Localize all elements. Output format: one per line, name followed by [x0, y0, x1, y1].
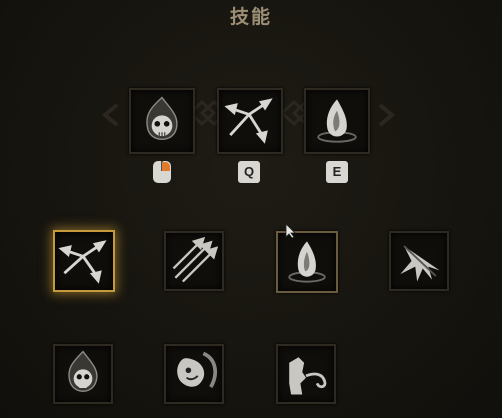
equipped-slot-e[interactable]	[304, 88, 370, 154]
equipped-slot-mouse[interactable]	[129, 88, 195, 154]
left-chevron-decoration	[101, 103, 119, 127]
e-key-badge: E	[326, 161, 348, 183]
skill-slot-skull-flame[interactable]	[53, 344, 113, 404]
equipped-slot-q[interactable]	[217, 88, 283, 154]
right-chevron-decoration	[378, 103, 396, 127]
skill-slot-gust-beast[interactable]	[164, 344, 224, 404]
skill-slot-wind-breath[interactable]	[276, 344, 336, 404]
arrow-split-icon	[224, 98, 273, 144]
skill-slot-triple-arrows[interactable]	[164, 231, 224, 291]
gust-beast-icon	[177, 351, 218, 388]
skull-flame-icon	[146, 96, 178, 141]
skill-slot-spear-burst[interactable]	[389, 231, 449, 291]
flame-egg-icon	[317, 99, 357, 143]
arrow-split-icon	[58, 240, 107, 284]
wind-breath-icon	[289, 357, 327, 395]
q-key-badge: Q	[238, 161, 260, 183]
mouse-icon	[153, 161, 171, 183]
flame-egg-icon	[288, 241, 326, 283]
page-title: 技能	[229, 6, 272, 28]
triple-arrows-icon	[172, 236, 219, 283]
cursor-icon	[285, 223, 296, 239]
spear-burst-icon	[400, 245, 440, 282]
skill-slot-arrow-split[interactable]	[53, 230, 115, 292]
skill-slot-flame-egg[interactable]	[276, 231, 338, 293]
skull-flame-icon	[68, 350, 98, 392]
